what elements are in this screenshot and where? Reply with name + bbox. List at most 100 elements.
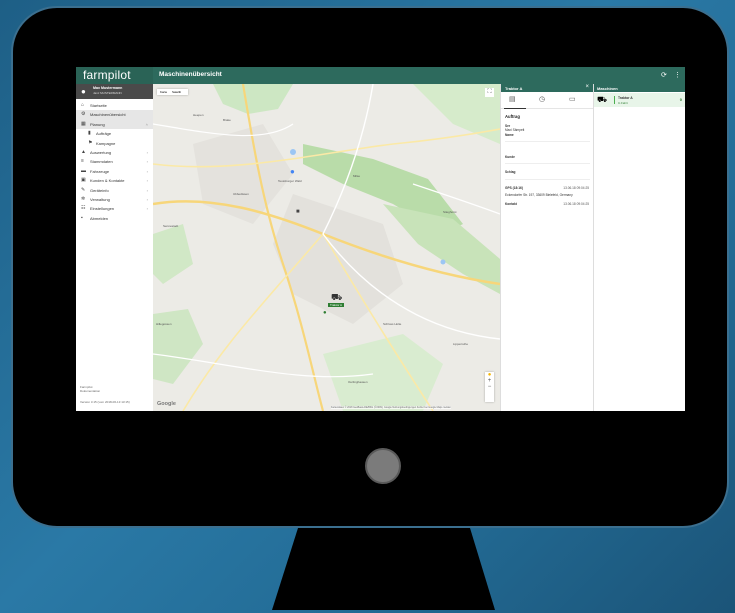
sidebar-item-fahrzeuge[interactable]: ▬ Fahrzeuge › <box>76 167 153 176</box>
power-button <box>365 448 401 484</box>
chevron-right-icon: › <box>146 159 148 165</box>
detail-header: Traktor A × <box>501 84 593 92</box>
chart-icon: ▲ <box>81 148 86 155</box>
divider <box>505 163 590 164</box>
contacts-icon: ▣ <box>81 177 86 184</box>
truck-icon: ▬ <box>81 167 86 174</box>
chevron-right-icon: › <box>146 149 148 155</box>
kunde-label: Kunde <box>505 155 515 159</box>
fullscreen-icon[interactable]: ⛶ <box>485 88 494 97</box>
sidebar-item-label: Kunden & Kontakte <box>90 178 125 184</box>
map-water <box>440 259 446 265</box>
version-text: Version 3.15 (vom 2018-06-13 13:15) <box>80 400 130 404</box>
machine-status: In Fahrt <box>618 101 628 105</box>
sidebar-item-auswertung[interactable]: ▲ Auswertung › <box>76 148 153 157</box>
sidebar-item-geraeteinfo[interactable]: ✎ Geräteinfo › <box>76 186 153 195</box>
tractor-icon: ⛟ <box>597 95 608 104</box>
map-place-label: Brake <box>223 118 231 122</box>
divider <box>505 179 590 180</box>
tractor-marker-label[interactable]: Traktor A <box>328 303 345 307</box>
map-type-satellit[interactable]: Satellit <box>172 90 181 94</box>
sidebar-item-label: Stammdaten <box>90 159 113 165</box>
map-canvas[interactable] <box>153 84 500 411</box>
map-type-karte[interactable]: Karte <box>160 90 167 94</box>
chevron-right-icon: › <box>146 196 148 202</box>
sidebar-item-label: Kampagne <box>96 140 116 146</box>
refresh-icon[interactable]: ⟳ <box>661 71 667 79</box>
location-pin-icon[interactable]: ● <box>290 167 295 176</box>
gps-time: 13.06.18 09:04:25 <box>563 186 589 190</box>
chevron-right-icon: › <box>146 206 148 212</box>
sidebar-item-maschinenuebersicht[interactable]: ⚙ Maschinenübersicht <box>76 110 153 120</box>
sidebar-item-abmelden[interactable]: ▪ Abmelden <box>76 214 153 223</box>
zoom-control: ● + − <box>485 372 494 402</box>
sidebar-item-label: Verwaltung <box>90 196 110 202</box>
user-name: Max Mustermann <box>93 86 123 90</box>
machine-list-item[interactable]: ⛟ Traktor A In Fahrt 0 <box>594 93 685 107</box>
tab-clock-icon[interactable]: ◷ <box>539 95 545 103</box>
logo-area: farmpilot <box>76 67 153 84</box>
map-water <box>290 149 296 155</box>
page-title: Maschinenübersicht <box>159 71 222 78</box>
machine-marker-icon[interactable]: ■ <box>296 209 300 215</box>
machine-name: Traktor A <box>618 96 633 100</box>
top-bar: farmpilot Maschinenübersicht ⟳ ⋮ <box>76 67 685 84</box>
sidebar-item-label: Einstellungen <box>90 206 115 212</box>
app-logo[interactable]: farmpilot <box>83 68 131 82</box>
more-icon[interactable]: ⋮ <box>674 71 681 79</box>
machine-icon: ⚙ <box>81 111 86 118</box>
detail-tabs: ▤ ◷ ▭ <box>501 92 593 109</box>
map-place-label: Lipperreihe <box>453 342 469 346</box>
sidebar-item-stammdaten[interactable]: ≡ Stammdaten › <box>76 157 153 166</box>
machines-header: Maschinen <box>594 84 685 92</box>
map-place-label: Oerlinghausen <box>348 380 368 384</box>
google-logo: Google <box>157 401 176 407</box>
planning-icon: ▦ <box>81 120 86 127</box>
map-place-label: Hillegossen <box>156 322 172 326</box>
sidebar-item-planung[interactable]: ▦ Planung ˄ <box>76 119 153 130</box>
map-place-label: Sennestadt <box>163 224 179 228</box>
admin-icon: ✲ <box>81 195 86 202</box>
map-place-label: Stieghorst <box>443 210 457 214</box>
kontakt-label: Kontakt <box>505 202 517 206</box>
close-icon[interactable]: × <box>585 84 589 90</box>
sidebar: ● Max Mustermann Janz MUSTERMANN ⌂ Starts… <box>76 84 154 411</box>
gps-address: Eckendorfer Str. 197, 33609 Bielefeld, G… <box>505 193 573 197</box>
status-bar <box>614 96 615 104</box>
map-place-label: Ubbedissen <box>233 192 249 196</box>
sidebar-item-verwaltung[interactable]: ✲ Verwaltung › <box>76 195 153 204</box>
sidebar-item-kunden[interactable]: ▣ Kunden & Kontakte › <box>76 176 153 185</box>
avatar-icon: ● <box>81 87 86 96</box>
footer-docs-link[interactable]: Dokumentation <box>80 389 100 393</box>
detail-row-label: Maxi Sämpelt <box>505 128 525 132</box>
sidebar-item-label: Startseite <box>90 103 107 108</box>
schlag-label: Schlag <box>505 170 516 174</box>
sidebar-item-label: Aufträge <box>96 131 112 137</box>
map-place-label: Schloss Holte <box>383 322 402 326</box>
sidebar-item-kampagne[interactable]: ⚑ Kampagne <box>76 139 153 148</box>
zoom-out-button[interactable]: − <box>485 384 494 390</box>
section-title: Auftrag <box>505 114 520 119</box>
tab-document-icon[interactable]: ▤ <box>509 95 516 103</box>
settings-icon: ☷ <box>81 205 86 212</box>
tractor-position-pin-icon[interactable]: ● <box>323 310 327 316</box>
kontakt-time: 13.06.18 09:04:25 <box>563 202 589 206</box>
sidebar-item-auftraege[interactable]: ▮ Aufträge <box>76 129 153 138</box>
detail-title: Traktor A <box>505 86 523 91</box>
chevron-right-icon: › <box>146 178 148 184</box>
sidebar-item-einstellungen[interactable]: ☷ Einstellungen › <box>76 204 153 213</box>
user-panel[interactable]: ● Max Mustermann Janz MUSTERMANN <box>76 84 153 99</box>
order-icon: ▮ <box>88 130 91 137</box>
map[interactable]: Heepen Brake Milse Ubbedissen Sennestadt… <box>153 84 500 411</box>
map-attribution[interactable]: Kartendaten © 2018 GeoBasis-DE/BKG (©200… <box>331 406 451 409</box>
chevron-right-icon: › <box>146 187 148 193</box>
database-icon: ≡ <box>81 158 84 165</box>
sidebar-item-startseite[interactable]: ⌂ Startseite <box>76 101 153 110</box>
sidebar-nav: ⌂ Startseite ⚙ Maschinenübersicht ▦ Planung… <box>76 99 153 223</box>
machine-indicator: 0 <box>679 97 682 102</box>
sidebar-item-label: Auswertung <box>90 149 112 155</box>
map-place-label: Heepen <box>193 113 204 117</box>
sidebar-item-label: Fahrzeuge <box>90 168 110 174</box>
sidebar-item-label: Abmelden <box>90 215 109 221</box>
tab-message-icon[interactable]: ▭ <box>569 95 576 103</box>
